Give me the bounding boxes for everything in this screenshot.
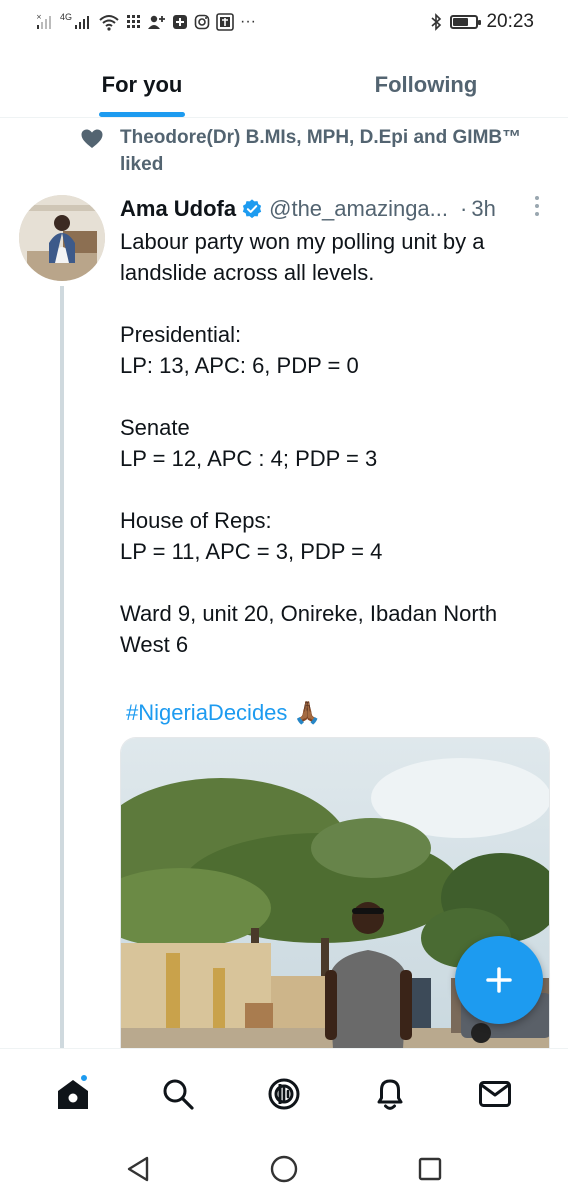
bluetooth-icon [431,13,442,31]
heart-icon [81,129,103,148]
health-app-icon [173,15,188,29]
messages-icon [479,1080,512,1107]
bottom-nav [0,1048,568,1138]
nav-notifications[interactable] [358,1062,422,1126]
system-back-button[interactable] [113,1144,163,1194]
active-tab-indicator [99,112,185,117]
tab-for-you[interactable]: For you [0,52,284,117]
verified-badge-icon [242,199,262,219]
avatar-photo [19,195,105,281]
timeline-tabs: For you Following [0,52,568,118]
home-notification-dot [78,1072,89,1083]
more-options-icon[interactable] [530,194,544,218]
system-home-button[interactable] [259,1144,309,1194]
author-handle[interactable]: @the_amazinga... [269,196,448,222]
app-notification-icon [216,13,234,31]
search-icon [163,1079,194,1110]
back-icon [127,1156,149,1182]
nav-home[interactable] [41,1062,105,1126]
plus-icon [486,967,512,993]
more-notifications-indicator: ··· [240,13,256,30]
system-recents-button[interactable] [405,1144,455,1194]
status-time: 20:23 [486,11,534,32]
status-bar-right: 20:23 [430,11,534,33]
tweet-text: Labour party won my polling unit by a la… [120,229,498,657]
status-bar-left: × 4G ··· [36,12,256,31]
social-context[interactable]: Theodore(Dr) B.MIs, MPH, D.Epi and GIMB™… [80,124,550,178]
header-separator: · [460,196,468,221]
tweet-header: Ama Udofa @the_amazinga... · 3h [120,194,550,224]
tab-following-label: Following [374,71,478,97]
recents-icon [418,1157,442,1181]
author-name[interactable]: Ama Udofa [120,196,236,222]
signal-off-icon: × [36,13,51,29]
nav-messages[interactable] [463,1062,527,1126]
add-user-notification-icon [148,15,166,29]
tweet-time[interactable]: 3h [471,196,495,222]
system-nav-bar [0,1138,568,1200]
home-circle-icon [270,1155,298,1183]
tab-following[interactable]: Following [284,52,568,117]
notifications-icon [377,1079,403,1110]
avatar[interactable] [19,195,105,281]
spaces-icon [268,1078,300,1109]
hashtag-link[interactable]: #NigeriaDecides [126,700,287,725]
battery-level [453,18,468,26]
wifi-icon [99,15,119,31]
tab-for-you-label: For you [101,71,183,97]
compose-tweet-button[interactable] [455,936,543,1024]
thread-line [60,286,64,1048]
grid-app-icon [127,15,141,28]
pray-emoji: 🙏🏾 [293,700,321,725]
status-bar: × 4G ··· 20:23 [0,0,568,44]
battery-icon [450,15,482,29]
signal-icon [75,16,90,29]
social-context-text: Theodore(Dr) B.MIs, MPH, D.Epi and GIMB™… [120,127,522,175]
network-type: 4G [60,12,73,22]
nav-search[interactable] [146,1062,210,1126]
nav-spaces[interactable] [252,1062,316,1126]
tweet-hashtag-line: #NigeriaDecides 🙏🏾 [126,697,321,728]
instagram-icon [194,14,210,30]
svg-text:×: × [36,13,42,21]
